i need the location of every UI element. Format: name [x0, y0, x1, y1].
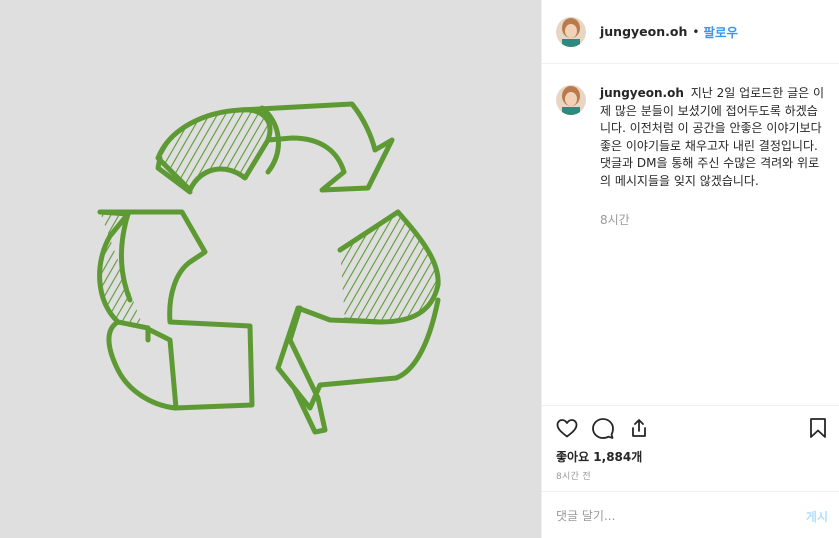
caption-body: jungyeon.oh 지난 2일 업로드한 글은 이제 많은 분들이 보셨기에… [600, 85, 826, 190]
avatar-image [556, 16, 586, 47]
avatar[interactable] [556, 16, 586, 47]
post-timestamp: 8시간 전 [556, 472, 591, 482]
caption-time: 8시간 [600, 213, 630, 227]
post-header: jungyeon.oh • 팔로우 [542, 0, 839, 64]
comment-icon[interactable] [591, 416, 615, 444]
heart-icon[interactable] [555, 416, 579, 444]
like-count[interactable]: 좋아요 1,884개 [556, 448, 642, 465]
post-image[interactable] [0, 0, 541, 538]
caption-text: 지난 2일 업로드한 글은 이제 많은 분들이 보셨기에 접어두도록 하겠습니다… [600, 86, 825, 188]
bookmark-icon[interactable] [806, 416, 830, 444]
action-bar: 좋아요 1,884개 8시간 전 [542, 405, 839, 491]
separator-dot: • [692, 24, 700, 39]
share-icon[interactable] [627, 416, 651, 444]
header-username[interactable]: jungyeon.oh [600, 24, 687, 39]
avatar[interactable] [556, 85, 586, 115]
comment-form: 게시 [542, 491, 839, 538]
caption-comment: jungyeon.oh 지난 2일 업로드한 글은 이제 많은 분들이 보셨기에… [556, 85, 826, 190]
comment-input[interactable] [556, 506, 776, 526]
post-comment-button[interactable]: 게시 [806, 508, 828, 525]
follow-button[interactable]: 팔로우 [703, 22, 738, 41]
caption-username[interactable]: jungyeon.oh [600, 86, 684, 100]
avatar-image [556, 85, 586, 115]
recycle-symbol-image [97, 101, 441, 435]
post-sidebar: jungyeon.oh • 팔로우 jungyeon.oh 지난 2일 업로드한… [541, 0, 839, 538]
caption-area: jungyeon.oh 지난 2일 업로드한 글은 이제 많은 분들이 보셨기에… [542, 65, 839, 405]
